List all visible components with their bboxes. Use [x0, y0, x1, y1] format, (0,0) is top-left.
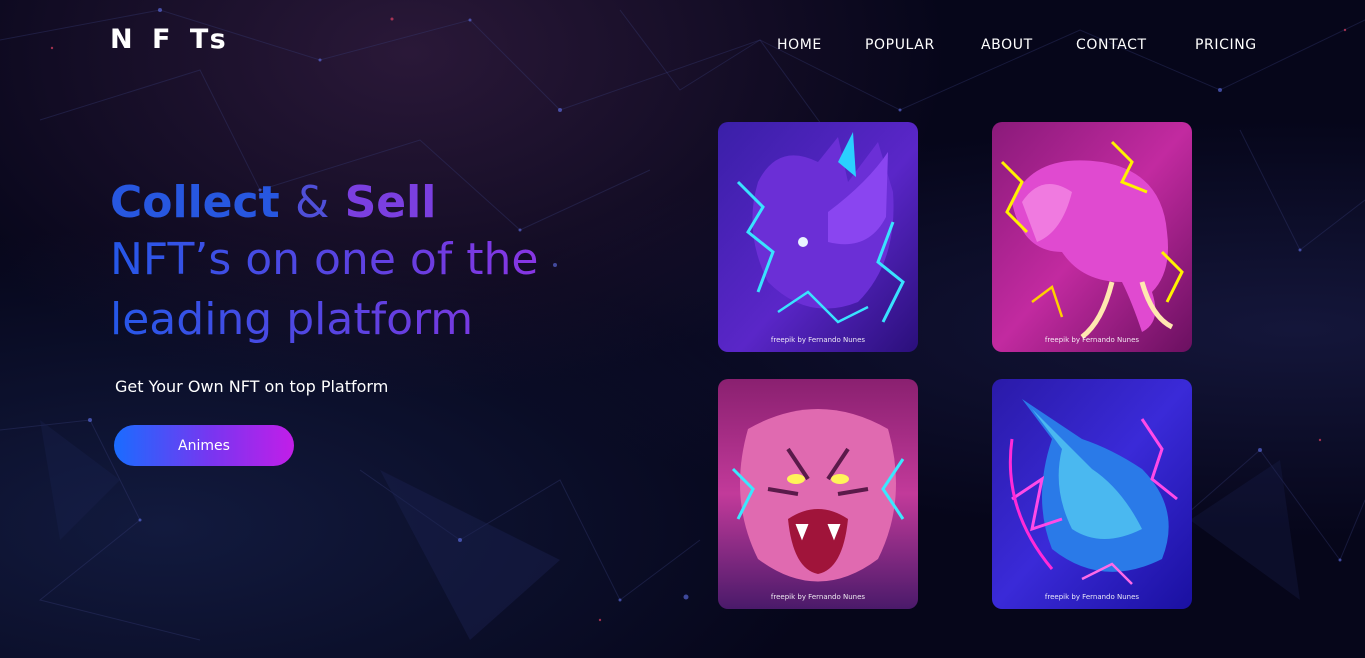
card-credit: freepik by Fernando Nunes — [770, 593, 866, 601]
tiger-artwork — [718, 379, 918, 609]
rhino-artwork — [718, 122, 918, 352]
headline-word-collect: Collect — [110, 177, 280, 228]
nav-contact-link[interactable]: CONTACT — [1076, 37, 1147, 53]
animes-button[interactable]: Animes — [114, 425, 294, 466]
headline-ampersand: & — [294, 177, 330, 228]
elephant-artwork — [992, 122, 1192, 352]
hero-headline: Collect & Sell NFT’s on one of the leadi… — [110, 176, 670, 350]
wolf-artwork — [992, 379, 1192, 609]
nft-card-elephant[interactable]: freepik by Fernando Nunes — [992, 122, 1192, 352]
card-credit: freepik by Fernando Nunes — [1044, 336, 1140, 344]
nft-card-tiger[interactable]: freepik by Fernando Nunes — [718, 379, 918, 609]
nav-home-link[interactable]: HOME — [777, 37, 822, 53]
card-credit: freepik by Fernando Nunes — [770, 336, 866, 344]
nft-card-rhino[interactable]: freepik by Fernando Nunes — [718, 122, 918, 352]
hero-subtitle: Get Your Own NFT on top Platform — [115, 377, 389, 396]
card-credit: freepik by Fernando Nunes — [1044, 593, 1140, 601]
headline-line-2: NFT’s on one of the — [110, 230, 670, 290]
headline-line-1: Collect & Sell — [110, 176, 670, 230]
brand-logo[interactable]: N F Ts — [110, 24, 231, 55]
nav-popular-link[interactable]: POPULAR — [865, 37, 935, 53]
headline-word-sell: Sell — [344, 177, 437, 228]
headline-line-3: leading platform — [110, 290, 670, 350]
nav-pricing-link[interactable]: PRICING — [1195, 37, 1257, 53]
nft-card-wolf[interactable]: freepik by Fernando Nunes — [992, 379, 1192, 609]
nav-about-link[interactable]: ABOUT — [981, 37, 1033, 53]
